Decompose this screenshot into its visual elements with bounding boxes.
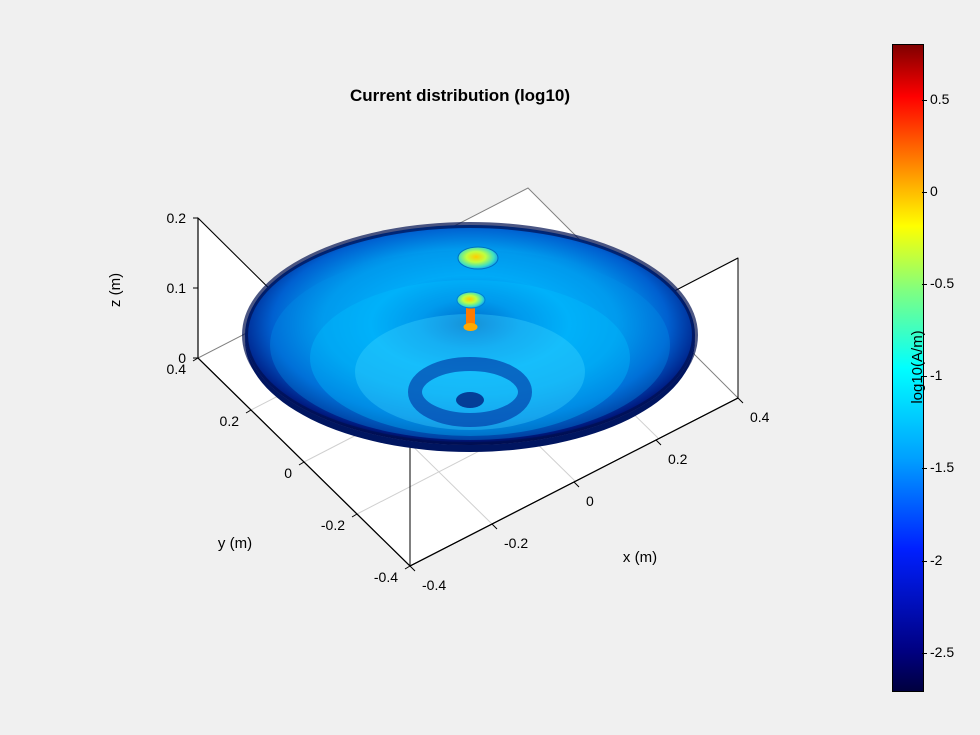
cb-tick-5: 0 <box>930 183 938 199</box>
z-tick-1: 0.1 <box>167 280 187 296</box>
z-axis-label: z (m) <box>107 273 124 307</box>
cb-tick-2: -1.5 <box>930 459 954 475</box>
y-tick-2: 0 <box>284 465 292 481</box>
x-tick-3: 0.2 <box>668 451 688 467</box>
y-tick-4: 0.4 <box>167 361 187 377</box>
y-tick-0: -0.4 <box>374 569 398 585</box>
y-axis-label: y (m) <box>218 535 252 552</box>
x-axis-label: x (m) <box>623 549 657 566</box>
cb-tick-4: -0.5 <box>930 275 954 291</box>
feed-aperture <box>458 247 498 269</box>
colorbar[interactable]: 0.5 0 -0.5 -1 -1.5 -2 -2.5 log10(A/m) <box>892 44 922 690</box>
plot-title: Current distribution (log10) <box>260 86 660 106</box>
z-tick-2: 0.2 <box>167 210 187 226</box>
axes-3d[interactable]: 0 0.1 0.2 z (m) 0.4 0.2 0 -0.2 -0.4 <box>120 110 820 630</box>
y-tick-3: 0.2 <box>220 413 240 429</box>
x-tick-4: 0.4 <box>750 409 770 425</box>
y-tick-1: -0.2 <box>321 517 345 533</box>
colorbar-ticks: 0.5 0 -0.5 -1 -1.5 -2 -2.5 <box>922 44 972 690</box>
cb-tick-1: -2 <box>930 552 942 568</box>
cb-tick-0: -2.5 <box>930 644 954 660</box>
cb-tick-6: 0.5 <box>930 91 949 107</box>
x-tick-1: -0.2 <box>504 535 528 551</box>
figure-window: Current distribution (log10) <box>0 0 980 735</box>
colorbar-label: log10(A/m) <box>909 330 926 403</box>
z-axis-ticks: 0 0.1 0.2 <box>167 210 198 366</box>
axes-3d-svg: 0 0.1 0.2 z (m) 0.4 0.2 0 -0.2 -0.4 <box>120 110 820 630</box>
x-tick-2: 0 <box>586 493 594 509</box>
subreflector <box>457 292 485 308</box>
cb-tick-3: -1 <box>930 367 942 383</box>
x-tick-0: -0.4 <box>422 577 446 593</box>
